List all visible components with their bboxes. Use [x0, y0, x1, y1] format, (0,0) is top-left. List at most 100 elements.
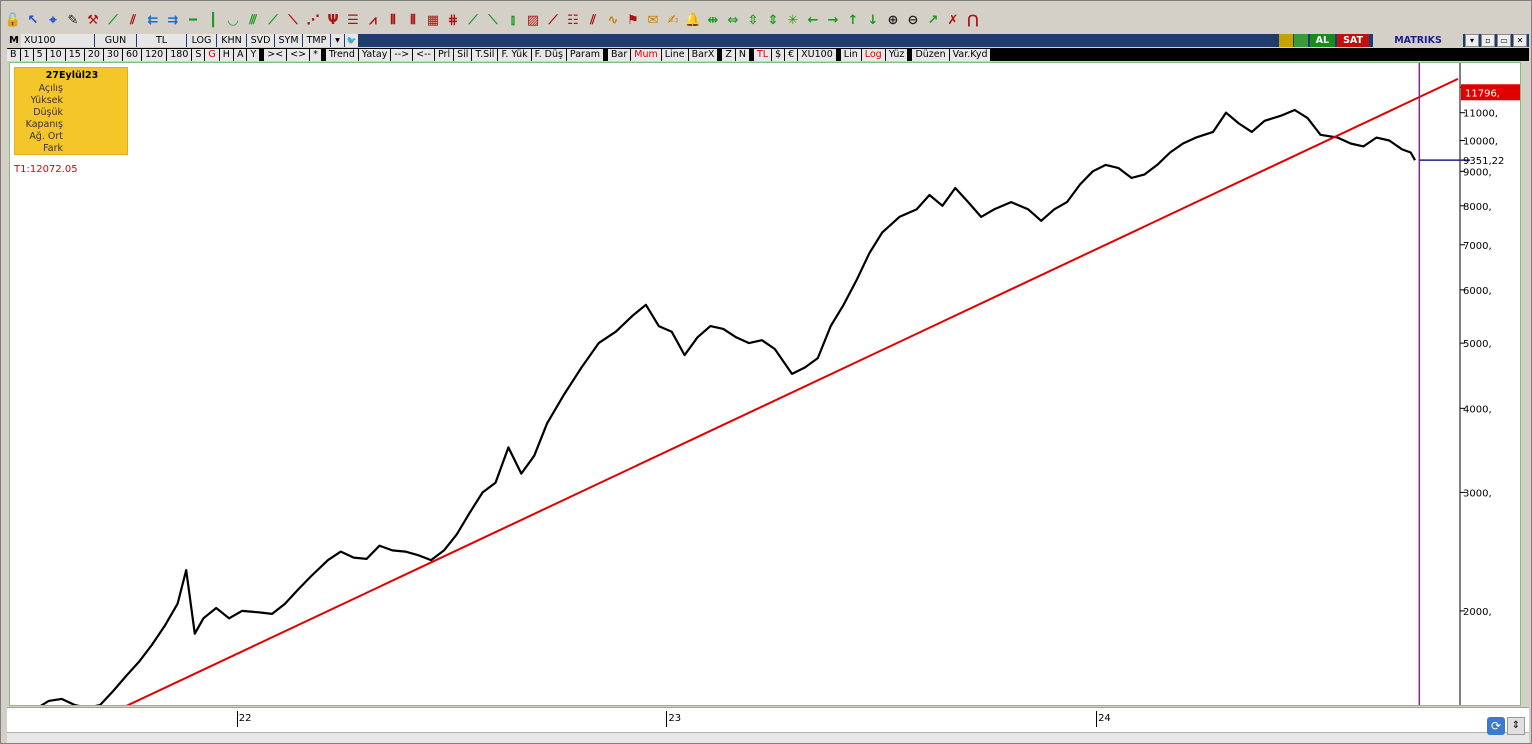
signal-icon[interactable]: ⚑ — [623, 10, 643, 30]
wave-icon[interactable]: ∿ — [603, 10, 623, 30]
nav-button-2[interactable]: * — [310, 48, 321, 61]
currency-selector[interactable]: TL — [137, 34, 187, 47]
twitter-icon[interactable]: 🐦 — [345, 34, 359, 47]
scale-button-1[interactable]: Log — [861, 48, 885, 61]
tool-button-4[interactable]: Prl — [435, 48, 454, 61]
lock-icon[interactable]: 🔓 — [3, 10, 23, 30]
regression-icon[interactable]: ⟋ — [463, 10, 483, 30]
interval-13[interactable]: A — [233, 48, 247, 61]
alarm-bell-icon[interactable]: 🔔 — [683, 10, 703, 30]
zoom-in-icon[interactable]: ⊕ — [883, 10, 903, 30]
currency-button-0[interactable]: TL — [753, 48, 772, 61]
chart-type-2[interactable]: Line — [661, 48, 688, 61]
magnet-icon[interactable]: ⋂ — [963, 10, 983, 30]
period-selector[interactable]: GUN — [95, 34, 137, 47]
interval-12[interactable]: H — [219, 48, 233, 61]
interval-2[interactable]: 5 — [33, 48, 46, 61]
fibonacci-grid-icon[interactable]: ▦ — [423, 10, 443, 30]
chart-type-1[interactable]: Mum — [631, 48, 661, 61]
text-note-icon[interactable]: ✉ — [643, 10, 663, 30]
trendline-icon[interactable]: ⟋ — [103, 10, 123, 30]
interval-10[interactable]: S — [192, 48, 205, 61]
chevron-down-icon[interactable]: ▾ — [331, 34, 345, 47]
extra-button-0[interactable]: Düzen — [912, 48, 949, 61]
sync-icon[interactable]: ⟳ — [1487, 717, 1505, 735]
price-chart[interactable]: 12000,11000,10000,9000,8000,7000,6000,50… — [10, 63, 1520, 705]
zoom-vertical-icon[interactable]: ⇳ — [743, 10, 763, 30]
zoom-toggle-1[interactable]: N — [735, 48, 749, 61]
sym-button[interactable]: SYM — [275, 34, 303, 47]
svd-button[interactable]: SVD — [247, 34, 275, 47]
zoom-toggle-0[interactable]: Z — [722, 48, 735, 61]
refresh-icon[interactable] — [1293, 34, 1308, 47]
interval-7[interactable]: 60 — [123, 48, 142, 61]
arrow-down-icon[interactable]: ↓ — [863, 10, 883, 30]
chart-export-icon[interactable]: ↗ — [923, 10, 943, 30]
buy-button[interactable]: AL — [1309, 34, 1336, 47]
tool-button-3[interactable]: <-- — [413, 48, 434, 61]
horizontal-line-icon[interactable]: ━ — [183, 10, 203, 30]
speed-lines-icon[interactable]: ⟍ — [283, 10, 303, 30]
currency-button-2[interactable]: € — [785, 48, 798, 61]
fibonacci-time-icon[interactable]: ⦀ — [403, 10, 423, 30]
arrow-right-icon[interactable]: → — [823, 10, 843, 30]
horizontal-scrollbar[interactable] — [7, 732, 1529, 743]
crosshair-icon[interactable]: ⌖ — [43, 10, 63, 30]
scale-button-0[interactable]: Lin — [840, 48, 861, 61]
symbol-field[interactable]: XU100 — [21, 34, 95, 47]
dropdown-icon[interactable]: ▾ — [1465, 34, 1479, 47]
scale-button-2[interactable]: Yüz — [885, 48, 908, 61]
window-menu-button[interactable]: M — [7, 34, 21, 47]
khn-button[interactable]: KHN — [217, 34, 247, 47]
parallel-line-icon[interactable]: ⫻ — [243, 10, 263, 30]
interval-14[interactable]: Y — [247, 48, 260, 61]
interval-6[interactable]: 30 — [103, 48, 122, 61]
delete-drawings-icon[interactable]: ✗ — [943, 10, 963, 30]
close-icon[interactable]: ✕ — [1513, 34, 1527, 47]
interval-0[interactable]: B — [7, 48, 20, 61]
chart-type-3[interactable]: BarX — [688, 48, 718, 61]
fibonacci-fan-icon[interactable]: ⩘ — [363, 10, 383, 30]
comment-icon[interactable]: ✍ — [663, 10, 683, 30]
tool-button-6[interactable]: T.Sil — [472, 48, 498, 61]
scale-selector[interactable]: LOG — [187, 34, 217, 47]
interval-9[interactable]: 180 — [167, 48, 192, 61]
arrow-up-icon[interactable]: ↑ — [843, 10, 863, 30]
tool-button-2[interactable]: --> — [391, 48, 413, 61]
arrow-left-icon[interactable]: ← — [803, 10, 823, 30]
pencil-edit-icon[interactable]: ✎ — [63, 10, 83, 30]
vertical-line-icon[interactable]: ┃ — [203, 10, 223, 30]
trend-channel-icon[interactable]: ⫽ — [123, 10, 143, 30]
fan-lines-icon[interactable]: ⟋ — [263, 10, 283, 30]
cycle-lines-icon[interactable]: ⟍ — [483, 10, 503, 30]
center-icon[interactable]: ✳ — [783, 10, 803, 30]
pitchfork-icon[interactable]: Ψ — [323, 10, 343, 30]
tirone-icon[interactable]: ☷ — [563, 10, 583, 30]
raff-channel-icon[interactable]: ⫽ — [583, 10, 603, 30]
interval-4[interactable]: 15 — [65, 48, 84, 61]
currency-button-3[interactable]: XU100 — [798, 48, 836, 61]
zoom-horizontal-icon[interactable]: ⇹ — [703, 10, 723, 30]
interval-5[interactable]: 20 — [84, 48, 103, 61]
sell-button[interactable]: SAT — [1337, 34, 1369, 47]
restore-icon[interactable]: ▭ — [1497, 34, 1511, 47]
arc-icon[interactable]: ◡ — [223, 10, 243, 30]
extra-button-1[interactable]: Var.Kyd — [949, 48, 991, 61]
currency-button-1[interactable]: $ — [772, 48, 785, 61]
chart-panel[interactable]: 12000,11000,10000,9000,8000,7000,6000,50… — [9, 62, 1521, 706]
fibonacci-retracement-icon[interactable]: ☰ — [343, 10, 363, 30]
fibonacci-arcs-icon[interactable]: ⫴ — [383, 10, 403, 30]
expand-horizontal-icon[interactable]: ⇔ — [723, 10, 743, 30]
zoom-out-icon[interactable]: ⊖ — [903, 10, 923, 30]
nav-button-1[interactable]: <> — [287, 48, 310, 61]
tmp-button[interactable]: TMP — [303, 34, 331, 47]
tool-button-8[interactable]: F. Düş — [531, 48, 566, 61]
gann-icon[interactable]: ⋰ — [303, 10, 323, 30]
tool-button-5[interactable]: Sil — [454, 48, 472, 61]
bolt-icon[interactable] — [1278, 34, 1293, 47]
cursor-arrow-icon[interactable]: ↖ — [23, 10, 43, 30]
speed-fan-icon[interactable]: ⟋ — [543, 10, 563, 30]
nav-button-0[interactable]: >< — [264, 48, 287, 61]
expand-vertical-icon[interactable]: ⇕ — [763, 10, 783, 30]
chart-type-0[interactable]: Bar — [608, 48, 631, 61]
